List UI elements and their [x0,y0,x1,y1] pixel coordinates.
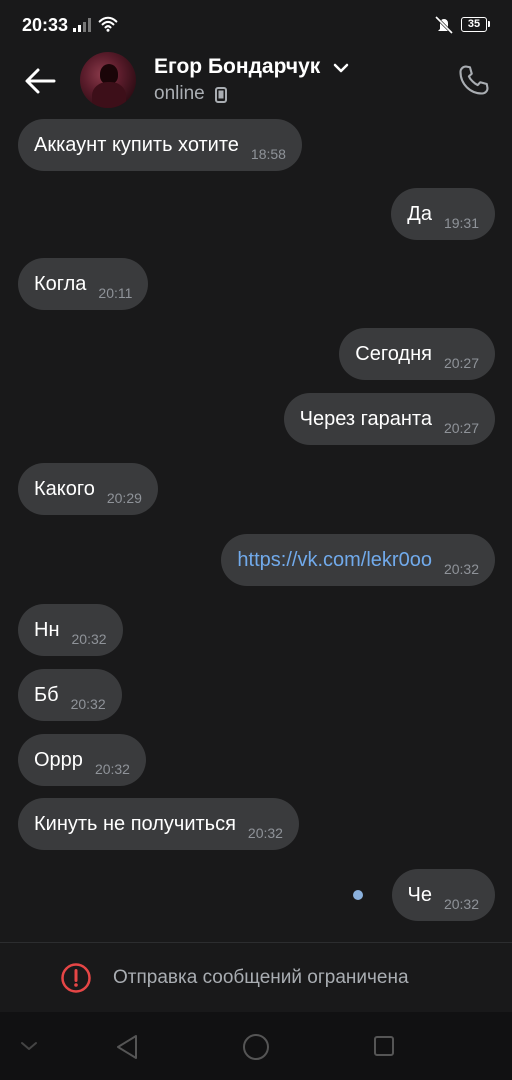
mobile-icon [215,87,227,103]
chevron-down-icon[interactable] [333,63,349,73]
back-arrow-icon[interactable] [22,64,58,98]
message-outgoing[interactable]: Да 19:31 [391,188,495,240]
message-text: Какого [34,477,95,500]
message-time: 20:32 [443,896,479,912]
phone-icon[interactable] [456,62,492,98]
message-link[interactable]: https://vk.com/lekr0oo [237,549,432,572]
message-outgoing[interactable]: Через гаранта 20:27 [283,393,495,445]
signal-icon [73,18,91,32]
contact-name[interactable]: Егор Бондарчук [154,55,320,79]
message-text: Через гаранта [299,407,432,430]
message-time: 18:58 [250,146,286,162]
message-text: Сегодня [355,342,432,365]
unread-indicator [353,890,363,900]
message-time: 20:29 [106,490,142,506]
system-navigation-bar [0,1012,512,1080]
status-time: 20:33 [22,15,69,35]
message-outgoing[interactable]: Сегодня 20:27 [339,328,495,380]
message-outgoing[interactable]: Че 20:32 [391,869,495,921]
message-text: Оррр [34,748,83,771]
message-text: Кинуть не получиться [34,812,236,835]
message-time: 20:27 [443,420,479,436]
message-time: 20:32 [247,825,283,841]
wifi-icon [98,16,118,32]
message-time: 20:32 [70,696,106,712]
message-text: Когла [34,272,87,295]
status-bar: 20:33 35 [0,0,512,50]
battery-indicator: 35 [461,17,490,32]
message-text: Аккаунт купить хотите [34,133,239,156]
message-text: Да [407,202,432,225]
message-text: Нн [34,618,60,641]
chat-header: Егор Бондарчук online [0,50,512,112]
avatar[interactable] [80,52,136,108]
message-time: 20:27 [443,355,479,371]
messaging-restricted-bar: Отправка сообщений ограничена [0,942,512,1012]
message-time: 20:32 [71,631,107,647]
message-incoming[interactable]: Нн 20:32 [18,604,123,656]
nav-back-icon[interactable] [115,1034,139,1060]
message-time: 20:32 [443,561,479,577]
message-time: 20:32 [94,761,130,777]
nav-recents-icon[interactable] [373,1035,395,1057]
message-incoming[interactable]: Когла 20:11 [18,258,149,310]
message-text: Че [407,883,432,906]
warning-icon [61,963,91,993]
message-incoming[interactable]: Оррр 20:32 [18,734,146,786]
message-incoming[interactable]: Кинуть не получиться 20:32 [18,798,299,850]
message-incoming[interactable]: Аккаунт купить хотите 18:58 [18,119,302,171]
message-list[interactable]: Аккаунт купить хотите 18:58 Да 19:31 Ког… [0,112,512,942]
message-incoming[interactable]: Какого 20:29 [18,463,158,515]
message-time: 20:11 [98,285,133,301]
contact-status: online [154,83,205,104]
collapse-icon[interactable] [18,1038,40,1054]
message-outgoing[interactable]: https://vk.com/lekr0oo 20:32 [221,534,495,586]
message-text: Бб [34,683,59,706]
nav-home-icon[interactable] [242,1033,270,1061]
message-time: 19:31 [443,215,479,231]
restricted-message: Отправка сообщений ограничена [113,967,409,988]
vibrate-off-icon [434,15,454,35]
message-incoming[interactable]: Бб 20:32 [18,669,122,721]
